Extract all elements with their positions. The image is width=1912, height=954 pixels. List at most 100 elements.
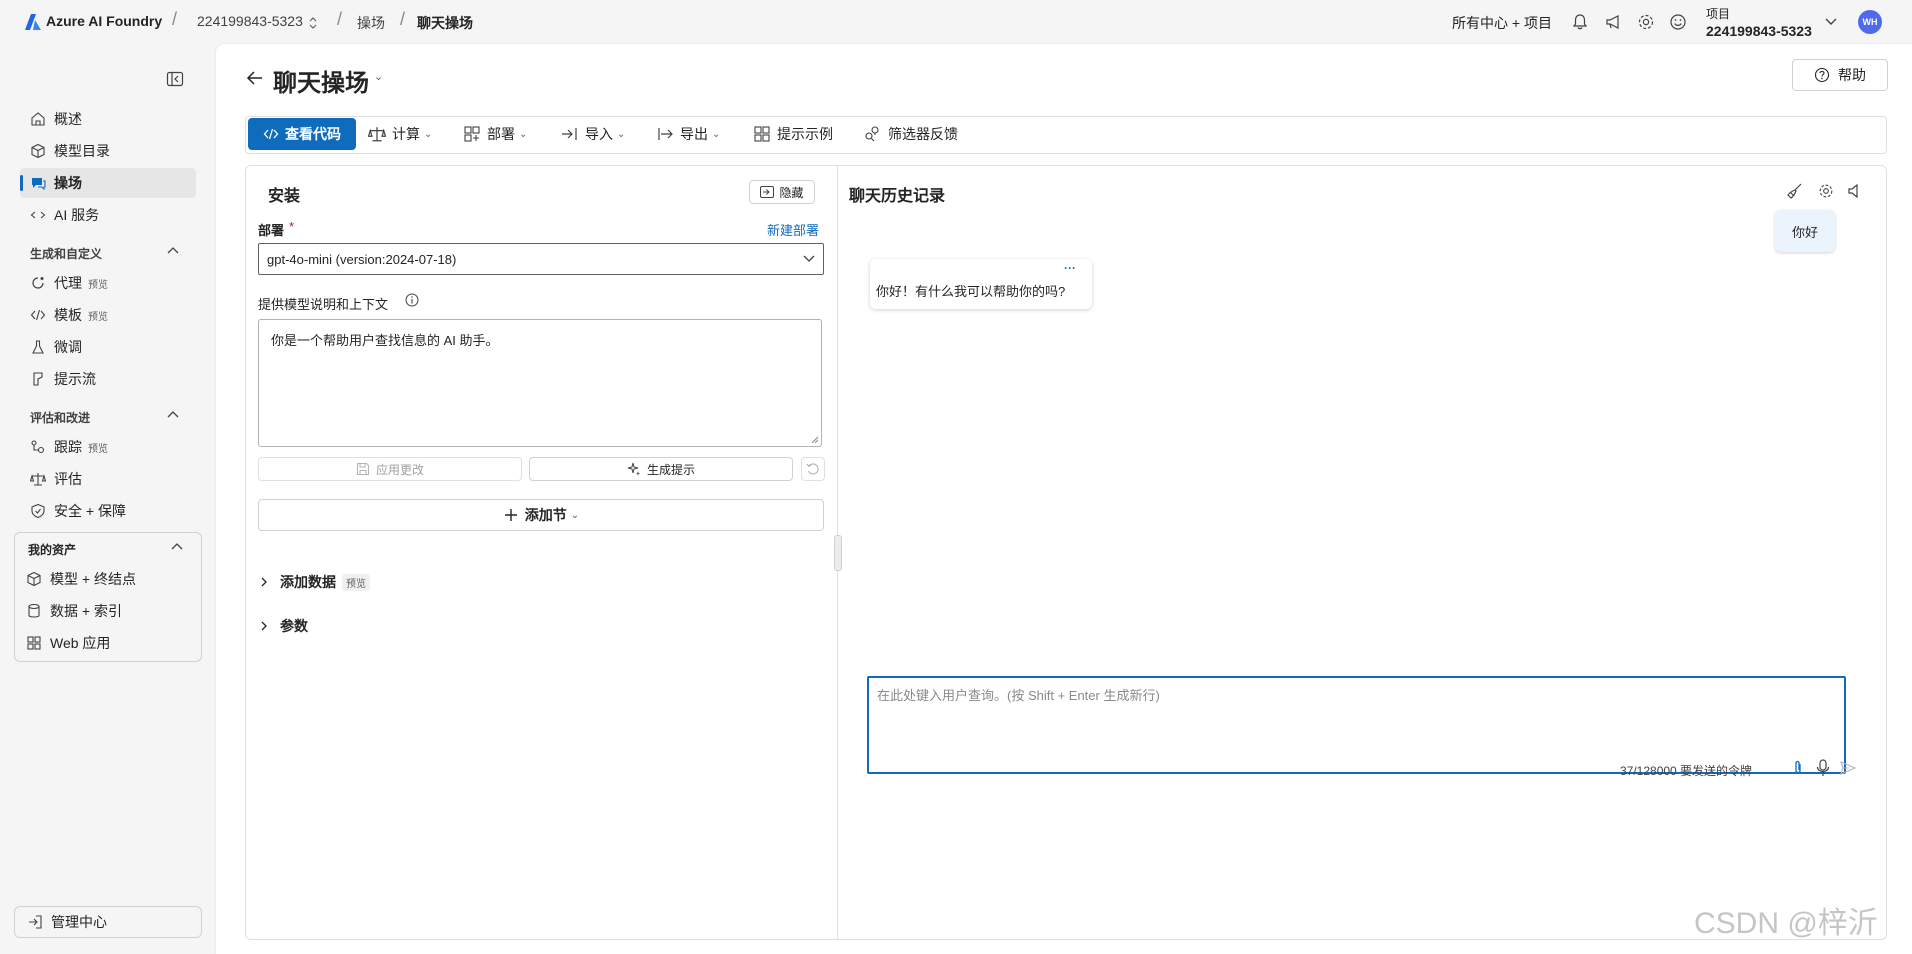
chevron-down-icon: ⌄ — [617, 128, 626, 140]
breadcrumb-separator: / — [400, 9, 406, 29]
brand-name[interactable]: Azure AI Foundry — [46, 13, 162, 29]
sidebar-item-data-indexes[interactable]: 数据 + 索引 — [16, 596, 192, 626]
sidebar-item-web-apps[interactable]: Web 应用 — [16, 628, 192, 658]
deployment-label: 部署 — [258, 223, 285, 238]
sidebar-item-label: 模型 + 终结点 — [50, 571, 136, 587]
info-icon[interactable] — [405, 293, 419, 307]
instructions-textarea[interactable]: 你是一个帮助用户查找信息的 AI 助手。 — [258, 319, 822, 447]
chevron-right-icon — [258, 576, 270, 588]
megaphone-icon[interactable] — [1604, 12, 1624, 32]
broom-icon[interactable] — [1786, 182, 1804, 200]
apply-changes-button[interactable]: 应用更改 — [258, 457, 522, 481]
page-title[interactable]: 聊天操场 — [273, 63, 369, 98]
breadcrumb-playground[interactable]: 操场 — [357, 13, 385, 33]
add-data-accordion[interactable]: 添加数据 预览 — [258, 572, 370, 592]
add-section-button[interactable]: 添加节 ⌄ — [258, 499, 824, 531]
chevron-updown-icon[interactable] — [308, 16, 318, 30]
sidebar-item-label: 微调 — [54, 339, 82, 355]
smiley-icon[interactable] — [1668, 12, 1688, 32]
section-header-evaluate[interactable]: 评估和改进 — [30, 409, 90, 426]
section-header-build[interactable]: 生成和自定义 — [30, 245, 102, 262]
azure-ai-foundry-logo-icon[interactable] — [24, 13, 42, 31]
preview-badge: 预览 — [88, 443, 108, 455]
sidebar-item-evaluation[interactable]: 评估 — [20, 464, 196, 494]
sidebar-item-ai-services[interactable]: AI 服务 — [20, 200, 196, 230]
user-message-bubble: 你好 — [1775, 210, 1835, 252]
chat-input[interactable]: 在此处键入用户查询。(按 Shift + Enter 生成新行) — [867, 676, 1846, 774]
playground-content: 安装 隐藏 部署 * 新建部署 gpt-4o-mini (version:202… — [245, 165, 1887, 940]
breadcrumb-current: 聊天操场 — [417, 15, 473, 31]
prompt-samples-button[interactable]: 提示示例 — [753, 118, 833, 150]
management-center-button[interactable]: 管理中心 — [14, 906, 202, 938]
breadcrumb-separator: / — [337, 9, 343, 29]
chevron-up-icon[interactable] — [170, 540, 184, 554]
avatar[interactable]: WH — [1858, 10, 1882, 34]
generate-prompt-button[interactable]: 生成提示 — [529, 457, 793, 481]
database-icon — [26, 603, 42, 619]
compute-button[interactable]: 计算 ⌄ — [368, 118, 432, 150]
chevron-up-icon[interactable] — [166, 244, 180, 258]
title-chevron-down-icon[interactable]: ⌄ — [374, 70, 383, 83]
sidebar-item-label: 安全 + 保障 — [54, 503, 126, 519]
chat-history-title: 聊天历史记录 — [849, 188, 946, 205]
gear-icon[interactable] — [1817, 182, 1835, 200]
export-button[interactable]: 导出 ⌄ — [656, 118, 720, 150]
trace-icon — [30, 439, 46, 455]
chevron-down-icon: ⌄ — [712, 128, 721, 140]
sidebar-item-label: Web 应用 — [50, 635, 111, 651]
filter-feedback-button[interactable]: 筛选器反馈 — [864, 118, 958, 150]
project-name[interactable]: 224199843-5323 — [1706, 23, 1812, 39]
sidebar-item-label: 提示流 — [54, 371, 96, 387]
deploy-button[interactable]: 部署 ⌄ — [463, 118, 527, 150]
sidebar-item-models-endpoints[interactable]: 模型 + 终结点 — [16, 564, 192, 594]
reset-button[interactable] — [801, 457, 825, 481]
sidebar-item-safety[interactable]: 安全 + 保障 — [20, 496, 196, 526]
bell-icon[interactable] — [1570, 12, 1590, 32]
preview-badge: 预览 — [88, 279, 108, 291]
speaker-icon[interactable] — [1846, 182, 1862, 200]
setup-pane: 安装 隐藏 部署 * 新建部署 gpt-4o-mini (version:202… — [246, 166, 838, 939]
resize-handle-icon[interactable] — [811, 436, 819, 444]
microphone-icon[interactable] — [1816, 759, 1830, 777]
new-deployment-link[interactable]: 新建部署 — [767, 220, 819, 239]
sidebar-item-agents[interactable]: 代理 预览 — [20, 268, 196, 298]
chat-pane: 聊天历史记录 你好 ··· 你好！有什么我可以帮助你的吗? 在此处键入用户查询。… — [838, 166, 1886, 939]
chevron-up-icon[interactable] — [166, 408, 180, 422]
send-icon[interactable] — [1840, 760, 1856, 776]
sidebar-item-playground[interactable]: 操场 — [20, 168, 196, 198]
sidebar-item-label: 操场 — [54, 175, 82, 191]
breadcrumb-separator: / — [172, 9, 178, 29]
chevron-down-icon[interactable] — [1824, 16, 1838, 28]
view-code-button[interactable]: 查看代码 — [248, 118, 356, 150]
more-options-icon[interactable]: ··· — [1064, 261, 1076, 275]
active-indicator — [20, 175, 23, 191]
attachment-icon[interactable] — [1792, 760, 1804, 776]
section-header-my-assets[interactable]: 我的资产 — [28, 541, 76, 558]
collapse-sidebar-icon[interactable] — [166, 71, 184, 87]
feedback-people-icon — [864, 125, 882, 143]
sidebar-item-fine-tuning[interactable]: 微调 — [20, 332, 196, 362]
breadcrumb-project[interactable]: 224199843-5323 — [197, 13, 303, 29]
sidebar-item-overview[interactable]: 概述 — [20, 104, 196, 134]
sidebar-item-label: AI 服务 — [54, 207, 100, 223]
deployment-select[interactable]: gpt-4o-mini (version:2024-07-18) — [258, 243, 824, 275]
back-arrow-icon[interactable] — [246, 69, 264, 87]
deploy-label: 部署 — [487, 126, 515, 142]
all-hubs-projects-link[interactable]: 所有中心 + 项目 — [1452, 13, 1552, 33]
user-message-text: 你好 — [1791, 224, 1818, 240]
hide-button[interactable]: 隐藏 — [749, 180, 815, 204]
save-icon — [356, 462, 370, 476]
sidebar-item-label: 评估 — [54, 471, 82, 487]
import-icon — [561, 125, 579, 143]
parameters-accordion[interactable]: 参数 — [258, 616, 308, 636]
help-button[interactable]: 帮助 — [1792, 59, 1888, 91]
watermark: CSDN @梓沂 — [1694, 907, 1878, 940]
sidebar-item-model-catalog[interactable]: 模型目录 — [20, 136, 196, 166]
flask-icon — [30, 339, 46, 355]
sidebar-item-prompt-flow[interactable]: 提示流 — [20, 364, 196, 394]
prompt-samples-label: 提示示例 — [777, 126, 833, 142]
sidebar-item-templates[interactable]: 模板 预览 — [20, 300, 196, 330]
sidebar-item-tracing[interactable]: 跟踪 预览 — [20, 432, 196, 462]
import-button[interactable]: 导入 ⌄ — [561, 118, 625, 150]
gear-icon[interactable] — [1636, 12, 1656, 32]
